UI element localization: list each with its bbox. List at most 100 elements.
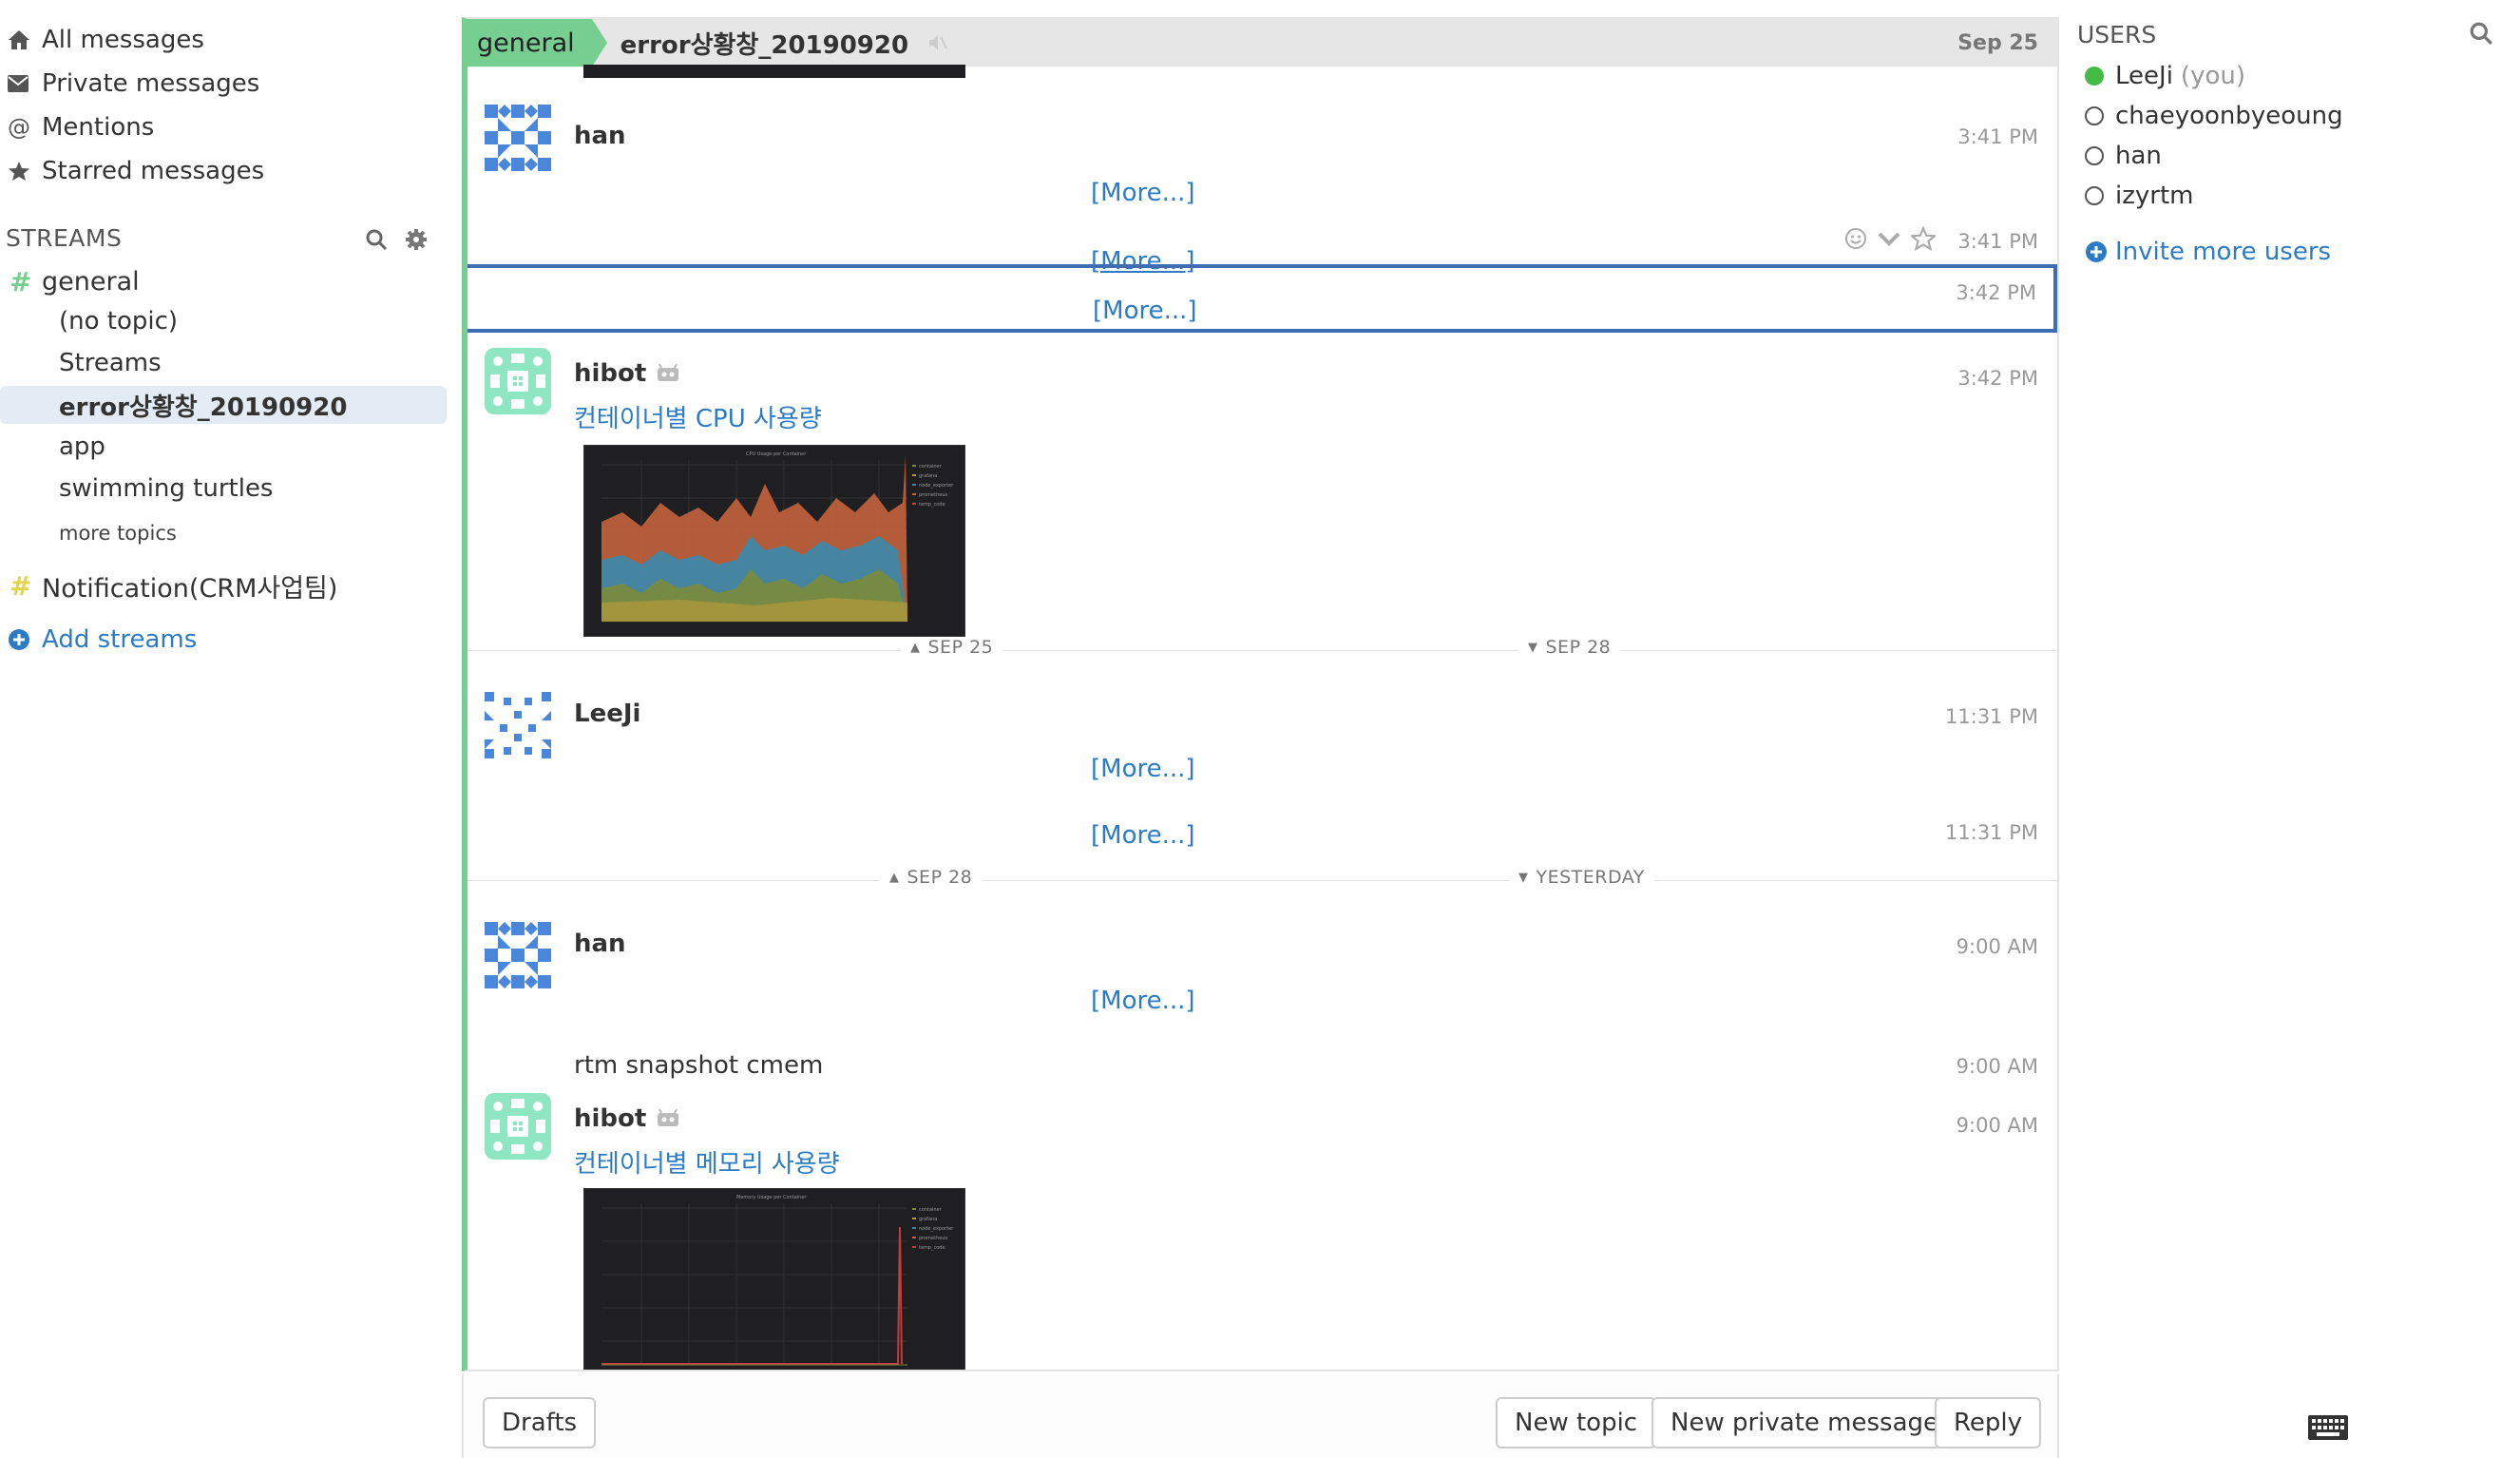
at-icon: @ (8, 114, 30, 141)
message-time[interactable]: 3:41 PM (1957, 125, 2038, 148)
avatar (485, 105, 551, 171)
message-link[interactable]: 컨테이너별 CPU 사용량 (574, 399, 822, 434)
svg-text:node_exporter: node_exporter (919, 483, 954, 489)
envelope-icon (8, 75, 36, 92)
stream-hash-icon: # (10, 569, 32, 602)
nav-all-messages[interactable]: All messages (8, 21, 204, 59)
more-link[interactable]: [More...] (1091, 821, 1195, 850)
stream-notification[interactable]: # Notification(CRM사업팀) (10, 566, 337, 605)
keyboard-icon[interactable] (2307, 1414, 2349, 1441)
streams-heading: STREAMS (6, 224, 123, 252)
message-row[interactable]: han 9:00 AM [More...] (468, 914, 2057, 1047)
svg-text:node_exporter: node_exporter (919, 1226, 954, 1232)
plus-circle-icon (9, 629, 29, 650)
mute-topic-icon[interactable] (927, 31, 950, 54)
message-sender[interactable]: hibot (574, 1104, 680, 1133)
message-link[interactable]: 컨테이너별 메모리 사용량 (574, 1144, 840, 1180)
svg-text:container: container (919, 1207, 943, 1213)
avatar (485, 692, 551, 758)
recipient-stream-label[interactable]: general (468, 19, 607, 67)
users-heading: USERS (2077, 21, 2157, 48)
nav-starred-messages[interactable]: Starred messages (8, 152, 264, 190)
svg-text:prometheus: prometheus (919, 1236, 948, 1241)
message-sender[interactable]: hibot (574, 359, 680, 388)
message-list[interactable]: general error상황창_20190920 Sep 25 han 3:4… (462, 17, 2059, 1372)
search-users-icon[interactable] (2469, 21, 2497, 49)
stream-general[interactable]: # general (10, 261, 140, 301)
svg-text:Memory Usage per Container: Memory Usage per Container (736, 1195, 807, 1200)
user-row-han[interactable]: han (2085, 137, 2162, 175)
presence-active-icon (2085, 67, 2104, 86)
stream-hash-icon: # (10, 265, 32, 297)
message-sender[interactable]: LeeJi (574, 700, 640, 728)
more-link[interactable]: [More...] (1091, 987, 1195, 1015)
avatar (485, 348, 551, 414)
search-streams-icon[interactable] (363, 226, 390, 253)
svg-text:grafana: grafana (919, 473, 937, 479)
more-link[interactable]: [More...] (1091, 755, 1195, 783)
recipient-bar-date: Sep 25 (1957, 30, 2038, 55)
svg-text:temp_code: temp_code (919, 1245, 945, 1251)
message-time[interactable]: 11:31 PM (1945, 705, 2038, 728)
message-sender[interactable]: han (574, 122, 626, 150)
more-link[interactable]: [More...] (1093, 297, 1197, 325)
message-row[interactable]: hibot 9:00 AM 컨테이너별 메모리 사용량 Memory Usage… (468, 1087, 2057, 1370)
message-time[interactable]: 11:31 PM (1945, 821, 2038, 844)
add-streams-link[interactable]: Add streams (8, 625, 197, 654)
reply-button[interactable]: Reply (1935, 1397, 2042, 1448)
user-row-leeji[interactable]: LeeJi (you) (2085, 57, 2245, 95)
date-separator-right: ▼ SEP 28 (1518, 637, 1621, 658)
message-time[interactable]: 3:42 PM (1957, 367, 2038, 390)
more-link[interactable]: [More...] (1091, 179, 1195, 207)
message-actions (1844, 226, 1936, 251)
message-time[interactable]: 3:42 PM (1956, 281, 2036, 304)
date-separator-left: ▲ SEP 28 (880, 867, 983, 888)
star-icon (8, 161, 36, 182)
message-time[interactable]: 9:00 AM (1957, 1114, 2038, 1137)
star-outline-icon[interactable] (1911, 226, 1936, 251)
date-separator: ▲ SEP 28 ▼ YESTERDAY (468, 865, 2057, 893)
message-row[interactable]: hibot 3:42 PM 컨테이너별 CPU 사용량 CPU Usage pe… (468, 342, 2057, 637)
message-time[interactable]: 3:41 PM (1957, 230, 2038, 253)
new-private-message-button[interactable]: New private message (1651, 1397, 1958, 1448)
topic-streams[interactable]: Streams (0, 344, 447, 382)
selected-message-row[interactable]: 3:42 PM [More...] (468, 264, 2057, 333)
avatar (485, 1093, 551, 1160)
presence-offline-icon (2085, 146, 2104, 165)
previous-image-remnant (583, 65, 965, 78)
gear-icon[interactable] (403, 226, 430, 253)
cpu-chart-image[interactable]: CPU Usage per Container container grafan… (583, 445, 965, 637)
svg-text:grafana: grafana (919, 1217, 937, 1222)
chevron-down-icon[interactable] (1877, 229, 1901, 248)
plus-circle-icon (2086, 241, 2107, 262)
recipient-topic-label[interactable]: error상황창_20190920 (620, 26, 908, 61)
nav-private-messages[interactable]: Private messages (8, 65, 259, 103)
compose-area: Drafts New topic New private message Rep… (462, 1373, 2059, 1458)
topic-app[interactable]: app (0, 428, 447, 466)
topic-swimming-turtles[interactable]: swimming turtles (0, 470, 447, 508)
new-topic-button[interactable]: New topic (1496, 1397, 1657, 1448)
nav-mentions[interactable]: @ Mentions (8, 108, 154, 146)
message-row[interactable]: 11:31 PM [More...] (468, 789, 2057, 865)
topic-error-active[interactable]: error상황창_20190920 (0, 386, 447, 424)
presence-offline-icon (2085, 186, 2104, 205)
more-topics-link[interactable]: more topics (59, 522, 177, 545)
drafts-button[interactable]: Drafts (483, 1397, 597, 1448)
topic-no-topic[interactable]: (no topic) (0, 302, 447, 340)
right-sidebar: USERS LeeJi (you) chaeyoonbyeoung han iz… (2071, 0, 2520, 1458)
date-separator-right: ▼ YESTERDAY (1509, 867, 1654, 888)
date-separator: ▲ SEP 25 ▼ SEP 28 (468, 635, 2057, 663)
svg-text:prometheus: prometheus (919, 492, 948, 498)
invite-users-link[interactable]: Invite more users (2085, 238, 2331, 266)
message-sender[interactable]: han (574, 930, 626, 958)
message-row[interactable]: 3:41 PM [More...] (468, 207, 2057, 276)
user-row-chaeyoonbyeoung[interactable]: chaeyoonbyeoung (2085, 97, 2343, 135)
avatar (485, 922, 551, 988)
user-row-izyrtm[interactable]: izyrtm (2085, 177, 2193, 215)
message-time[interactable]: 9:00 AM (1957, 935, 2038, 958)
message-row[interactable]: LeeJi 11:31 PM [More...] (468, 684, 2057, 789)
memory-chart-image[interactable]: Memory Usage per Container container gra… (583, 1188, 965, 1370)
emoji-reaction-icon[interactable] (1844, 227, 1867, 250)
message-time[interactable]: 9:00 AM (1957, 1055, 2038, 1078)
message-row[interactable]: han 3:41 PM [More...] (468, 103, 2057, 207)
